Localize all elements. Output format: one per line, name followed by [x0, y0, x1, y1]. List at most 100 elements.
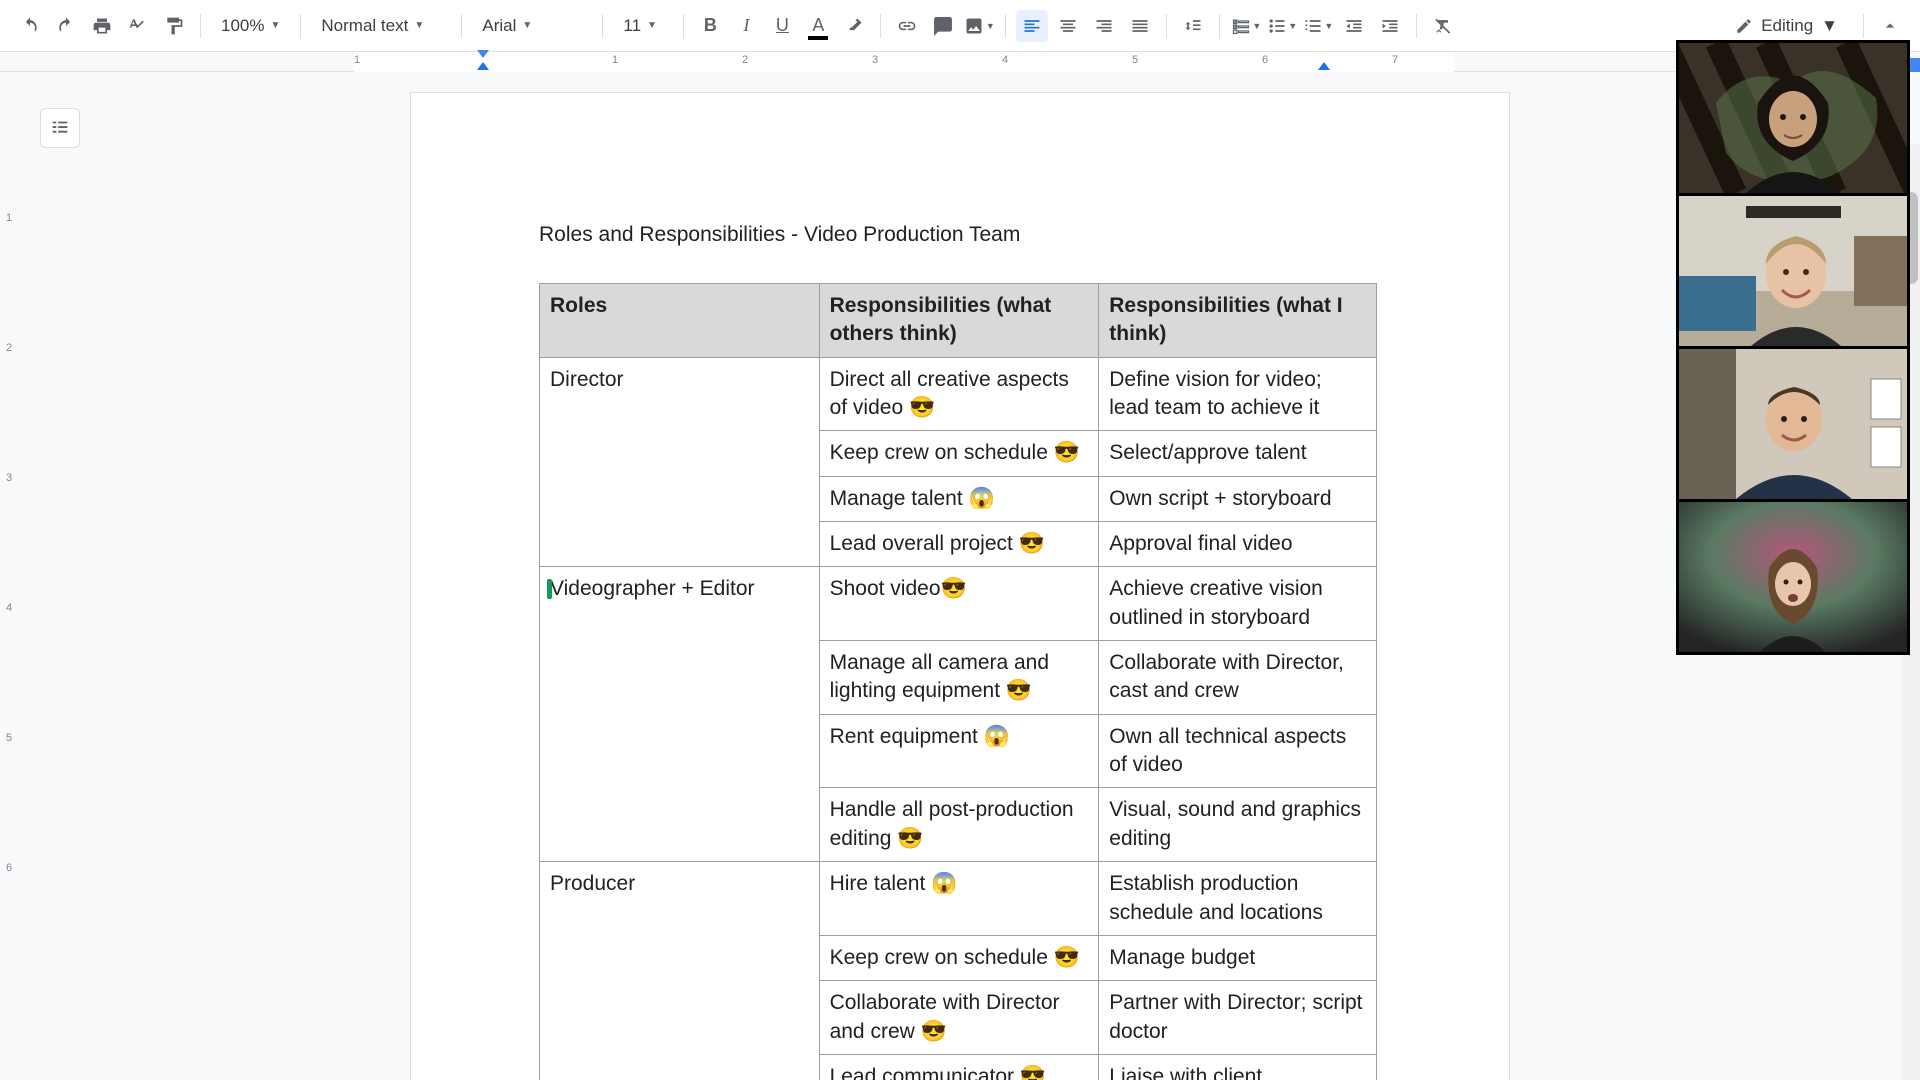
cell-mine[interactable]: Own script + storyboard [1099, 476, 1377, 521]
zoom-dropdown[interactable]: 100%▼ [211, 10, 290, 42]
cell-others[interactable]: Lead communicator 😎 [819, 1054, 1099, 1080]
cell-others[interactable]: Collaborate with Director and crew 😎 [819, 981, 1099, 1055]
indent-increase-button[interactable] [1374, 10, 1406, 42]
comment-button[interactable] [927, 10, 959, 42]
separator [1416, 14, 1417, 38]
clear-format-button[interactable] [1427, 10, 1459, 42]
video-tile-4[interactable] [1679, 502, 1907, 652]
align-center-button[interactable] [1052, 10, 1084, 42]
style-dropdown[interactable]: Normal text▼ [311, 10, 451, 42]
print-button[interactable] [86, 10, 118, 42]
ruler-tick: 3 [872, 54, 878, 66]
text-color-button[interactable]: A [802, 10, 834, 42]
redo-button[interactable] [50, 10, 82, 42]
zoom-value: 100% [221, 16, 264, 36]
cell-mine[interactable]: Approval final video [1099, 522, 1377, 567]
chevron-down-icon: ▼ [986, 21, 995, 31]
ruler-tick: 5 [1132, 54, 1138, 66]
cell-others[interactable]: Lead overall project 😎 [819, 522, 1099, 567]
cell-mine[interactable]: Collaborate with Director, cast and crew [1099, 641, 1377, 715]
cell-others[interactable]: Manage talent 😱 [819, 476, 1099, 521]
cell-mine[interactable]: Select/approve talent [1099, 431, 1377, 476]
cell-role[interactable]: Videographer + Editor [540, 567, 820, 862]
toolbar: 100%▼ Normal text▼ Arial▼ 11▼ B I U A ▼ … [0, 0, 1920, 52]
ruler-tick: 2 [6, 342, 12, 354]
highlight-button[interactable] [838, 10, 870, 42]
left-indent-marker[interactable] [477, 62, 489, 70]
table-row[interactable]: DirectorDirect all creative aspects of v… [540, 357, 1377, 431]
bold-button[interactable]: B [694, 10, 726, 42]
numbered-list-button[interactable]: ▼ [1302, 10, 1334, 42]
cell-others[interactable]: Direct all creative aspects of video 😎 [819, 357, 1099, 431]
video-tile-2[interactable] [1679, 196, 1907, 346]
cell-mine[interactable]: Manage budget [1099, 935, 1377, 980]
line-spacing-button[interactable] [1177, 10, 1209, 42]
image-button[interactable]: ▼ [963, 10, 995, 42]
ruler-tick: 3 [6, 472, 12, 484]
align-left-button[interactable] [1016, 10, 1048, 42]
checklist-button[interactable]: ▼ [1230, 10, 1262, 42]
first-line-indent-marker[interactable] [477, 50, 489, 58]
table-row[interactable]: Videographer + EditorShoot video😎Achieve… [540, 567, 1377, 641]
cell-mine[interactable]: Own all technical aspects of video [1099, 714, 1377, 788]
cell-others[interactable]: Shoot video😎 [819, 567, 1099, 641]
link-button[interactable] [891, 10, 923, 42]
cell-mine[interactable]: Define vision for video; lead team to ac… [1099, 357, 1377, 431]
collapse-toolbar-button[interactable] [1874, 10, 1906, 42]
separator [300, 14, 301, 38]
align-justify-button[interactable] [1124, 10, 1156, 42]
align-right-button[interactable] [1088, 10, 1120, 42]
ruler-tick: 5 [6, 732, 12, 744]
cell-mine[interactable]: Partner with Director; script doctor [1099, 981, 1377, 1055]
cell-others[interactable]: Keep crew on schedule 😎 [819, 935, 1099, 980]
vertical-ruler[interactable]: 1 2 3 4 5 6 [0, 72, 26, 1080]
undo-button[interactable] [14, 10, 46, 42]
chevron-down-icon: ▼ [522, 20, 532, 31]
outline-toggle-button[interactable] [40, 108, 80, 148]
document-title[interactable]: Roles and Responsibilities - Video Produ… [539, 223, 1381, 247]
separator [1863, 14, 1864, 38]
cell-others[interactable]: Keep crew on schedule 😎 [819, 431, 1099, 476]
italic-button[interactable]: I [730, 10, 762, 42]
cell-role[interactable]: Director [540, 357, 820, 567]
table-row[interactable]: ProducerHire talent 😱Establish productio… [540, 862, 1377, 936]
cell-mine[interactable]: Achieve creative vision outlined in stor… [1099, 567, 1377, 641]
video-tile-3[interactable] [1679, 349, 1907, 499]
cell-mine[interactable]: Liaise with client [1099, 1054, 1377, 1080]
cell-mine[interactable]: Visual, sound and graphics editing [1099, 788, 1377, 862]
font-value: Arial [482, 16, 516, 36]
cell-others[interactable]: Manage all camera and lighting equipment… [819, 641, 1099, 715]
chevron-down-icon: ▼ [647, 20, 657, 31]
right-indent-marker[interactable] [1318, 62, 1330, 70]
paint-format-button[interactable] [158, 10, 190, 42]
horizontal-ruler[interactable]: 1 1 2 3 4 5 6 7 [354, 52, 1454, 72]
video-call-mosaic[interactable] [1676, 40, 1910, 655]
cell-mine[interactable]: Establish production schedule and locati… [1099, 862, 1377, 936]
fontsize-dropdown[interactable]: 11▼ [613, 10, 673, 42]
chevron-down-icon: ▼ [1252, 21, 1261, 31]
video-tile-1[interactable] [1679, 43, 1907, 193]
underline-button[interactable]: U [766, 10, 798, 42]
ruler-tick: 6 [1262, 54, 1268, 66]
header-roles[interactable]: Roles [540, 284, 820, 358]
editing-mode-dropdown[interactable]: Editing ▼ [1720, 8, 1853, 44]
separator [200, 14, 201, 38]
ruler-tick: 6 [6, 862, 12, 874]
font-dropdown[interactable]: Arial ▼ [472, 10, 592, 42]
style-value: Normal text [321, 16, 408, 36]
cell-others[interactable]: Hire talent 😱 [819, 862, 1099, 936]
document-page[interactable]: Roles and Responsibilities - Video Produ… [410, 92, 1510, 1080]
cell-role[interactable]: Producer [540, 862, 820, 1080]
spellcheck-button[interactable] [122, 10, 154, 42]
roles-table[interactable]: Roles Responsibilities (what others thin… [539, 283, 1377, 1080]
cell-others[interactable]: Rent equipment 😱 [819, 714, 1099, 788]
ruler-tick: 7 [1392, 54, 1398, 66]
ruler-tick: 1 [6, 212, 12, 224]
document-canvas[interactable]: 1 2 3 4 5 6 Roles and Responsibilities -… [0, 72, 1920, 1080]
cell-others[interactable]: Handle all post-production editing 😎 [819, 788, 1099, 862]
indent-decrease-button[interactable] [1338, 10, 1370, 42]
header-others[interactable]: Responsibilities (what others think) [819, 284, 1099, 358]
header-mine[interactable]: Responsibilities (what I think) [1099, 284, 1377, 358]
table-header-row[interactable]: Roles Responsibilities (what others thin… [540, 284, 1377, 358]
bullet-list-button[interactable]: ▼ [1266, 10, 1298, 42]
